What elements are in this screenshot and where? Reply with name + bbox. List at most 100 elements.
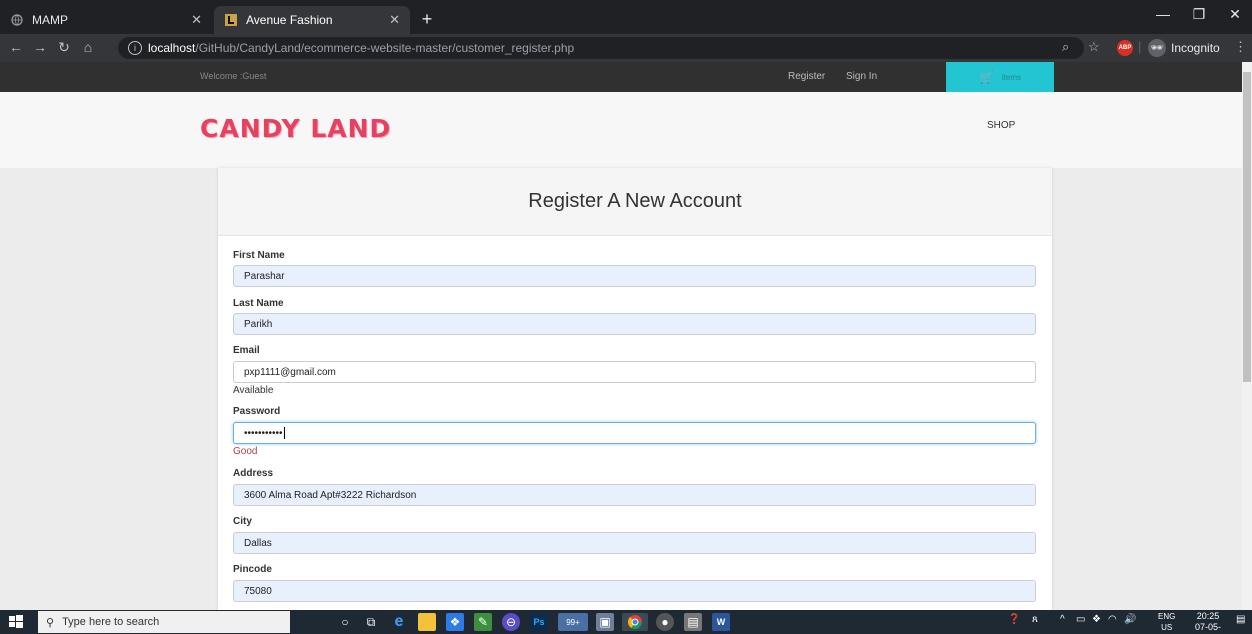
volume-icon[interactable]: 🔊	[1124, 614, 1136, 625]
language-indicator[interactable]: ENG US	[1158, 611, 1175, 633]
site-top-bar: Welcome :Guest Register Sign In 🛒 items	[0, 62, 1242, 92]
cortana-icon[interactable]: ○	[336, 613, 354, 631]
adblock-icon[interactable]: ABP	[1117, 40, 1133, 56]
windows-taskbar: ⚲ Type here to search ○ ⧉ e ❖ ✎ ⊖ Ps 99+…	[0, 610, 1252, 634]
chrome-icon[interactable]	[622, 613, 648, 631]
new-tab-icon[interactable]: +	[416, 8, 438, 30]
reload-icon[interactable]: ↻	[54, 39, 74, 56]
last-name-field[interactable]: Parikh	[233, 313, 1036, 335]
browser-tab-strip: MAMP ✕ Avenue Fashion ✕ + — ❐ ✕	[0, 0, 1252, 34]
notifications-icon[interactable]: ▤	[1236, 614, 1245, 625]
email-field[interactable]: pxp1111@gmail.com	[233, 361, 1036, 383]
home-icon[interactable]: ⌂	[78, 39, 98, 55]
mail-icon[interactable]: 99+	[558, 613, 588, 631]
menu-kebab-icon[interactable]: ⋮	[1234, 39, 1247, 55]
signin-link[interactable]: Sign In	[846, 71, 877, 82]
first-name-field[interactable]: Parashar	[233, 265, 1036, 287]
file-explorer-icon[interactable]	[418, 613, 436, 631]
pincode-label: Pincode	[233, 564, 272, 575]
cart-label: items	[1001, 72, 1022, 82]
help-icon[interactable]: ❓	[1008, 614, 1020, 625]
url-field[interactable]: i localhost/GitHub/CandyLand/ecommerce-w…	[118, 37, 1084, 59]
zoom-icon[interactable]: ⌕	[1062, 39, 1069, 55]
edge-icon[interactable]: e	[390, 613, 408, 631]
register-panel: Register A New Account First Name Parash…	[218, 168, 1052, 610]
search-icon: ⚲	[46, 616, 55, 629]
close-icon[interactable]: ✕	[191, 12, 202, 28]
app-icon[interactable]: ▣	[596, 613, 614, 631]
incognito-icon: 🕶	[1148, 39, 1166, 57]
incognito-badge[interactable]: 🕶 Incognito	[1148, 37, 1220, 59]
photoshop-icon[interactable]: Ps	[530, 613, 548, 631]
city-label: City	[233, 516, 252, 527]
address-bar: ← → ↻ ⌂ i localhost/GitHub/CandyLand/eco…	[0, 34, 1252, 62]
github-icon[interactable]: ●	[656, 613, 674, 631]
city-field[interactable]: Dallas	[233, 532, 1036, 554]
register-link[interactable]: Register	[788, 71, 825, 82]
chevron-up-icon[interactable]: ^	[1060, 614, 1065, 625]
pincode-value: 75080	[244, 585, 272, 597]
people-icon[interactable]: ጸ	[1032, 614, 1038, 625]
system-clock[interactable]: 20:25 07-05-2020	[1185, 611, 1231, 634]
last-name-value: Parikh	[244, 318, 273, 330]
wifi-icon[interactable]: ◠	[1108, 614, 1117, 625]
task-view-icon[interactable]: ⧉	[362, 613, 380, 631]
cart-icon: 🛒	[978, 70, 994, 84]
back-icon[interactable]: ←	[6, 39, 26, 55]
taskbar-search-placeholder: Type here to search	[62, 616, 160, 628]
site-header: CANDY LAND SHOP	[0, 92, 1242, 168]
pincode-field[interactable]: 75080	[233, 580, 1036, 602]
language-bottom: US	[1161, 623, 1173, 632]
mail-badge: 99+	[566, 617, 580, 627]
clock-date: 07-05-2020	[1194, 622, 1221, 634]
star-icon[interactable]: ☆	[1088, 39, 1100, 55]
last-name-label: Last Name	[233, 298, 284, 309]
password-value: •••••••••••	[244, 427, 283, 439]
tab-title: MAMP	[32, 13, 68, 27]
notepad-icon[interactable]: ✎	[474, 613, 492, 631]
text-caret	[283, 427, 285, 439]
password-field[interactable]: •••••••••••	[233, 422, 1036, 444]
password-label: Password	[233, 406, 281, 417]
window-app-icon[interactable]: ▤	[684, 613, 702, 631]
site-favicon-icon	[224, 13, 238, 27]
scrollbar-thumb[interactable]	[1243, 72, 1251, 382]
email-label: Email	[233, 345, 260, 356]
clock-time: 20:25	[1196, 611, 1220, 621]
email-availability: Available	[233, 385, 274, 396]
nav-shop[interactable]: SHOP	[987, 120, 1015, 131]
site-logo[interactable]: CANDY LAND	[200, 114, 391, 143]
windows-start-icon[interactable]	[8, 614, 24, 630]
dropbox-icon[interactable]: ❖	[446, 613, 464, 631]
dropbox-tray-icon[interactable]: ❖	[1092, 614, 1101, 625]
language-top: ENG	[1158, 612, 1176, 621]
password-strength: Good	[233, 446, 258, 457]
eclipse-icon[interactable]: ⊖	[502, 613, 520, 631]
first-name-value: Parashar	[244, 270, 285, 282]
address-label: Address	[233, 468, 274, 479]
taskbar-search[interactable]: ⚲ Type here to search	[38, 611, 290, 633]
city-value: Dallas	[244, 537, 272, 549]
maximize-icon[interactable]: ❐	[1184, 6, 1214, 23]
close-icon[interactable]: ✕	[389, 12, 400, 28]
address-field[interactable]: 3600 Alma Road Apt#3222 Richardson	[233, 484, 1036, 506]
globe-icon	[10, 13, 24, 27]
incognito-label: Incognito	[1171, 41, 1220, 55]
page-title: Register A New Account	[218, 168, 1052, 236]
welcome-text: Welcome :Guest	[200, 71, 267, 81]
url-path: /GitHub/CandyLand/ecommerce-website-mast…	[195, 41, 575, 55]
first-name-label: First Name	[233, 250, 285, 261]
minimize-icon[interactable]: —	[1148, 6, 1178, 22]
word-icon[interactable]: W	[712, 613, 730, 631]
email-value: pxp1111@gmail.com	[244, 366, 336, 378]
forward-icon[interactable]: →	[30, 39, 50, 55]
cart-button[interactable]: 🛒 items	[946, 62, 1054, 92]
window-close-icon[interactable]: ✕	[1220, 6, 1250, 23]
divider: |	[1138, 39, 1142, 54]
tab-avenue-fashion[interactable]: Avenue Fashion ✕	[214, 6, 410, 34]
tab-mamp[interactable]: MAMP ✕	[0, 6, 212, 34]
battery-icon[interactable]: ▭	[1076, 614, 1085, 625]
address-value: 3600 Alma Road Apt#3222 Richardson	[244, 489, 417, 501]
tab-title: Avenue Fashion	[246, 13, 333, 27]
info-icon[interactable]: i	[128, 41, 142, 55]
